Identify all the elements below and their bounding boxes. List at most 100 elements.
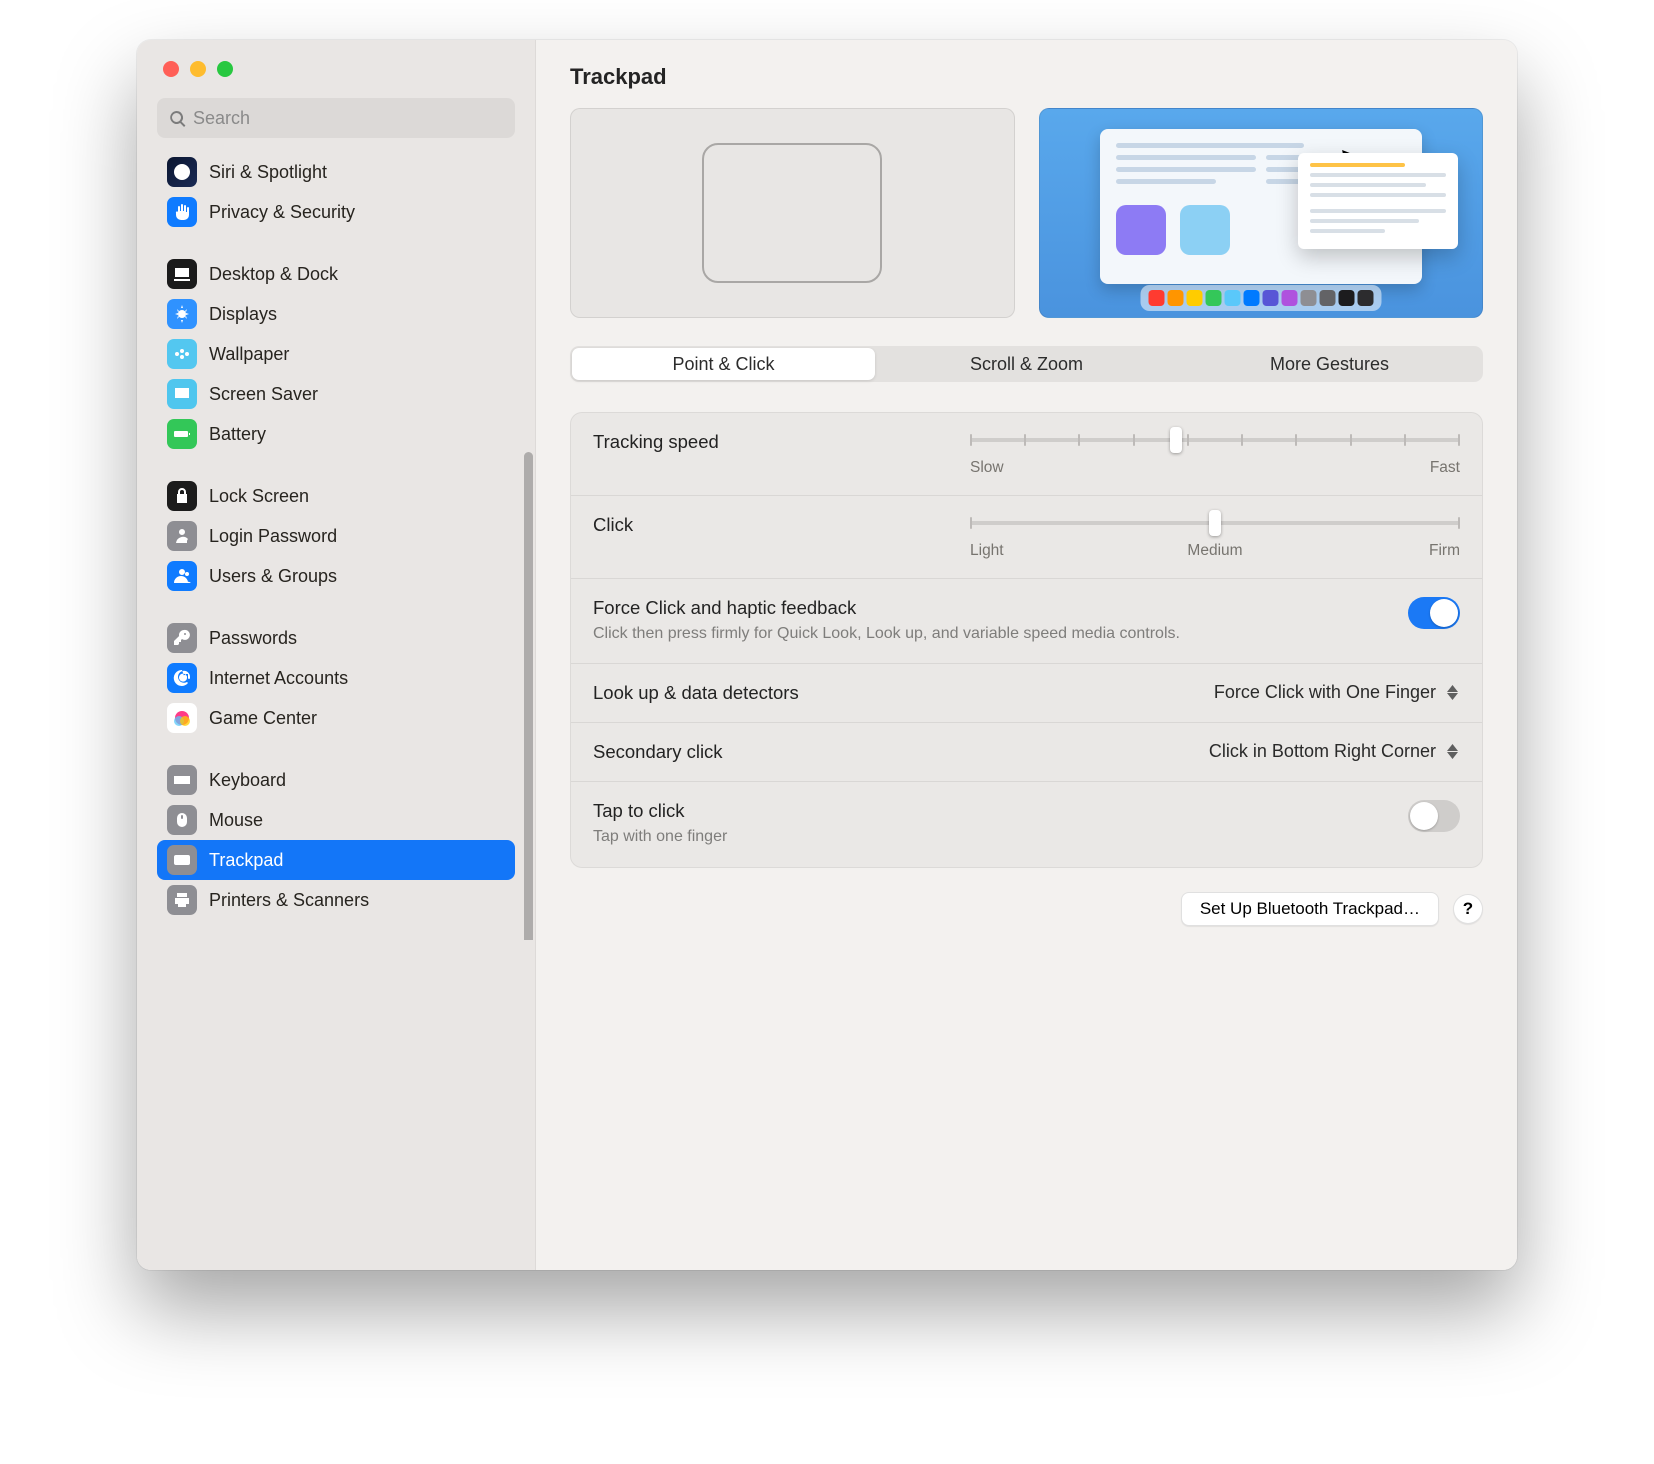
sidebar-item-label: Lock Screen [209, 486, 309, 507]
fullscreen-button[interactable] [217, 61, 233, 77]
sidebar-item-login-password[interactable]: Login Password [157, 516, 515, 556]
scrollbar-thumb[interactable] [524, 452, 533, 940]
sidebar-item-desktop-dock[interactable]: Desktop & Dock [157, 254, 515, 294]
window-controls [137, 40, 535, 98]
hand-icon [167, 197, 197, 227]
sidebar-item-screen-saver[interactable]: Screen Saver [157, 374, 515, 414]
help-button[interactable]: ? [1453, 894, 1483, 924]
mouse-icon [167, 805, 197, 835]
dock-app-icon [1319, 290, 1335, 306]
sidebar-item-wallpaper[interactable]: Wallpaper [157, 334, 515, 374]
tap-to-click-toggle[interactable] [1408, 800, 1460, 832]
flower-icon [167, 339, 197, 369]
trackpad-outline-icon [702, 143, 882, 283]
slider-low: Slow [970, 459, 1004, 477]
sidebar-item-label: Login Password [209, 526, 337, 547]
secondary-click-popup[interactable]: Click in Bottom Right Corner [1209, 741, 1460, 762]
search-input[interactable] [193, 108, 505, 129]
secondary-click-label: Secondary click [593, 741, 723, 763]
row-tap-to-click: Tap to click Tap with one finger [571, 782, 1482, 866]
row-tracking-speed: Tracking speed Slow Fast [571, 413, 1482, 496]
sidebar-item-label: Keyboard [209, 770, 286, 791]
sidebar-item-internet-accounts[interactable]: Internet Accounts [157, 658, 515, 698]
click-slider[interactable] [970, 512, 1460, 534]
sidebar-item-keyboard[interactable]: Keyboard [157, 760, 515, 800]
sidebar-nav: Siri & Spotlight Privacy & Security Deskto… [137, 152, 535, 940]
mock-popup [1298, 153, 1458, 249]
printer-icon [167, 885, 197, 915]
mock-dock [1140, 285, 1381, 311]
sidebar-item-label: Battery [209, 424, 266, 445]
tap-to-click-sub: Tap with one finger [593, 826, 727, 848]
row-lookup: Look up & data detectors Force Click wit… [571, 664, 1482, 723]
sidebar: Siri & Spotlight Privacy & Security Deskto… [137, 40, 536, 1270]
minimize-button[interactable] [190, 61, 206, 77]
tracking-speed-slider[interactable] [970, 429, 1460, 451]
tracking-speed-label: Tracking speed [593, 431, 719, 453]
page-title: Trackpad [570, 40, 1483, 108]
chevron-updown-icon [1444, 742, 1460, 762]
brightness-icon [167, 299, 197, 329]
dock-app-icon [1338, 290, 1354, 306]
row-force-click: Force Click and haptic feedback Click th… [571, 579, 1482, 664]
main-panel: Trackpad [536, 40, 1517, 1270]
sidebar-item-battery[interactable]: Battery [157, 414, 515, 454]
close-button[interactable] [163, 61, 179, 77]
sidebar-item-label: Printers & Scanners [209, 890, 369, 911]
sidebar-item-mouse[interactable]: Mouse [157, 800, 515, 840]
sidebar-item-label: Screen Saver [209, 384, 318, 405]
sidebar-item-label: Game Center [209, 708, 317, 729]
sidebar-item-label: Mouse [209, 810, 263, 831]
setup-bluetooth-button[interactable]: Set Up Bluetooth Trackpad… [1181, 892, 1439, 926]
force-click-label: Force Click and haptic feedback [593, 597, 1180, 619]
sidebar-item-printers-scanners[interactable]: Printers & Scanners [157, 880, 515, 920]
sidebar-item-passwords[interactable]: Passwords [157, 618, 515, 658]
tab-bar: Point & ClickScroll & ZoomMore Gestures [570, 346, 1483, 382]
sidebar-item-label: Internet Accounts [209, 668, 348, 689]
force-click-sub: Click then press firmly for Quick Look, … [593, 623, 1180, 645]
sidebar-item-label: Displays [209, 304, 277, 325]
siri-icon [167, 157, 197, 187]
sidebar-item-game-center[interactable]: Game Center [157, 698, 515, 738]
dock-app-icon [1205, 290, 1221, 306]
sidebar-item-trackpad[interactable]: Trackpad [157, 840, 515, 880]
lock-icon [167, 481, 197, 511]
dock-app-icon [1186, 290, 1202, 306]
screensaver-icon [167, 379, 197, 409]
lookup-label: Look up & data detectors [593, 682, 799, 704]
row-click: Click Light Medium Firm [571, 496, 1482, 579]
dock-app-icon [1148, 290, 1164, 306]
lookup-popup[interactable]: Force Click with One Finger [1214, 682, 1460, 703]
slider-thumb[interactable] [1170, 427, 1182, 453]
tab-more-gestures[interactable]: More Gestures [1178, 348, 1481, 380]
sidebar-item-lock-screen[interactable]: Lock Screen [157, 476, 515, 516]
footer: Set Up Bluetooth Trackpad… ? [570, 892, 1483, 926]
gamecenter-icon [167, 703, 197, 733]
tab-scroll-zoom[interactable]: Scroll & Zoom [875, 348, 1178, 380]
sidebar-item-label: Siri & Spotlight [209, 162, 327, 183]
dock-app-icon [1357, 290, 1373, 306]
search-icon [167, 108, 187, 128]
sidebar-item-users-groups[interactable]: Users & Groups [157, 556, 515, 596]
gesture-preview [1039, 108, 1484, 318]
dock-app-icon [1224, 290, 1240, 306]
desktop-icon [167, 259, 197, 289]
sidebar-item-label: Wallpaper [209, 344, 289, 365]
users-icon [167, 561, 197, 591]
settings-window: Siri & Spotlight Privacy & Security Deskto… [137, 40, 1517, 1270]
sidebar-item-siri-spotlight[interactable]: Siri & Spotlight [157, 152, 515, 192]
dock-app-icon [1262, 290, 1278, 306]
dock-app-icon [1243, 290, 1259, 306]
slider-mid: Medium [1187, 542, 1242, 560]
slider-thumb[interactable] [1209, 510, 1221, 536]
key-icon [167, 623, 197, 653]
sidebar-item-label: Users & Groups [209, 566, 337, 587]
slider-high: Firm [1429, 542, 1460, 560]
search-field[interactable] [157, 98, 515, 138]
sidebar-item-displays[interactable]: Displays [157, 294, 515, 334]
force-click-toggle[interactable] [1408, 597, 1460, 629]
sidebar-item-privacy-security[interactable]: Privacy & Security [157, 192, 515, 232]
sidebar-item-label: Desktop & Dock [209, 264, 338, 285]
trackpad-icon [167, 845, 197, 875]
tab-point-click[interactable]: Point & Click [572, 348, 875, 380]
